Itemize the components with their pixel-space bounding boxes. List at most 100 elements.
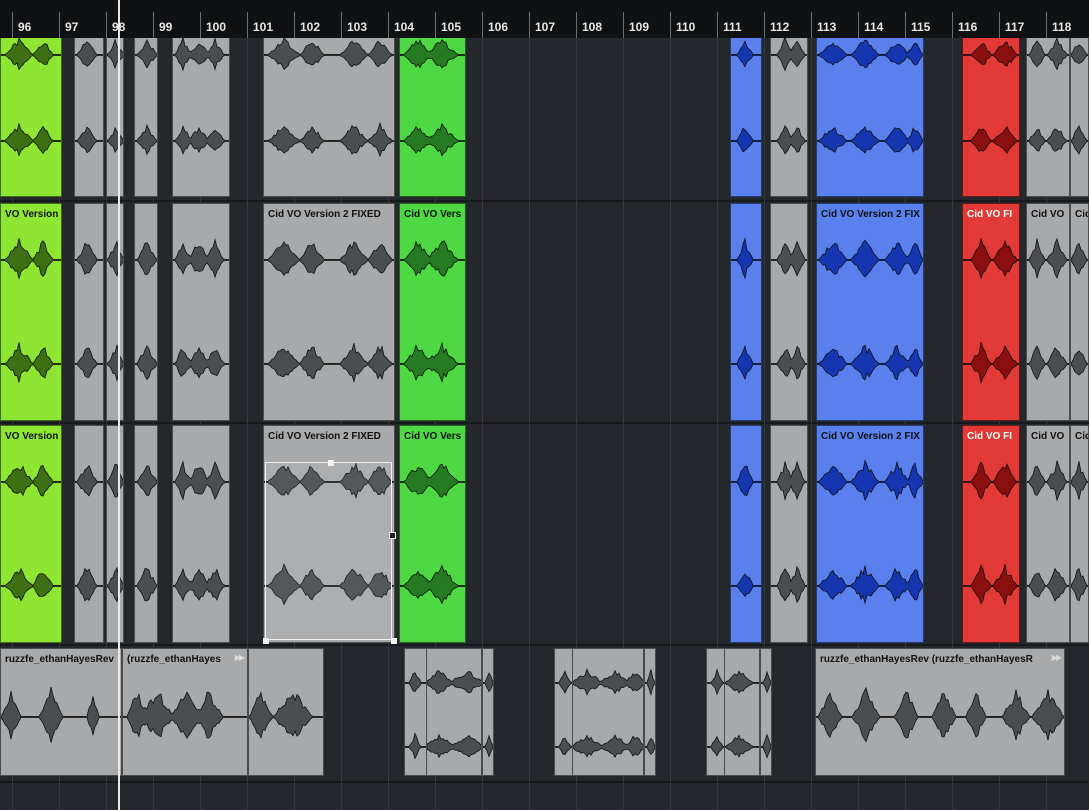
audio-event[interactable]	[730, 203, 762, 421]
audio-event[interactable]	[263, 38, 395, 197]
audio-event[interactable]	[554, 648, 574, 776]
bar-tick	[623, 12, 624, 38]
waveform-channel	[1027, 567, 1069, 602]
audio-event[interactable]	[106, 203, 124, 421]
waveform-channel	[135, 465, 157, 497]
audio-event[interactable]	[962, 38, 1020, 197]
fade-handle[interactable]	[263, 638, 269, 644]
waveform	[1071, 242, 1088, 376]
waveform	[817, 39, 923, 154]
audio-event[interactable]	[106, 425, 124, 643]
timeline-ruler[interactable]: 9697989910010110210310410510610710810911…	[0, 0, 1089, 39]
track-lane-1[interactable]	[0, 38, 1089, 201]
audio-event[interactable]	[248, 648, 324, 776]
audio-event[interactable]	[134, 38, 158, 197]
audio-event[interactable]	[760, 648, 772, 776]
audio-event[interactable]: Cid VO FI	[962, 425, 1020, 643]
event-name-label: Cid VO	[1031, 431, 1065, 442]
audio-event[interactable]	[74, 425, 104, 643]
audio-event[interactable]	[1070, 38, 1089, 197]
audio-event[interactable]: Cid VO	[1026, 425, 1070, 643]
audio-event[interactable]	[724, 648, 760, 776]
volume-envelope[interactable]	[265, 462, 392, 640]
audio-event[interactable]	[816, 38, 924, 197]
play-icon[interactable]: ▶▶	[1052, 653, 1062, 662]
waveform	[771, 38, 807, 155]
waveform	[1027, 460, 1069, 602]
bar-tick	[952, 12, 953, 38]
audio-event[interactable]	[426, 648, 482, 776]
bar-tick	[388, 12, 389, 38]
bar-number-107: 107	[535, 20, 556, 34]
waveform	[400, 39, 465, 157]
audio-event[interactable]	[106, 38, 124, 197]
arrange-area[interactable]: VO Version VO Version Cid VO Version 2 FIX…	[0, 38, 1089, 810]
audio-event[interactable]: Cid VO FI	[962, 203, 1020, 421]
bar-tick	[529, 12, 530, 38]
bar-tick	[294, 12, 295, 38]
audio-event[interactable]	[482, 648, 494, 776]
audio-event[interactable]	[1026, 38, 1070, 197]
waveform-channel	[1071, 567, 1088, 602]
audio-event[interactable]: ruzzfe_ethanHayesRev	[0, 648, 122, 776]
audio-event[interactable]: VO Version	[0, 425, 62, 643]
event-name-label: Cid VO FI	[967, 431, 1012, 442]
audio-event[interactable]: VO Version	[0, 203, 62, 421]
audio-event[interactable]	[770, 203, 808, 421]
track-lane-5[interactable]	[0, 782, 1089, 810]
audio-event[interactable]: Cid	[1070, 203, 1089, 421]
waveform	[731, 237, 761, 381]
fade-out-handle[interactable]	[389, 532, 396, 539]
audio-event[interactable]	[172, 425, 230, 643]
audio-event[interactable]	[404, 648, 428, 776]
bar-number-110: 110	[676, 20, 696, 34]
waveform-channel	[1071, 350, 1088, 376]
audio-event[interactable]	[706, 648, 726, 776]
track-separator	[0, 200, 1089, 202]
audio-event[interactable]: Cid VO Version 2 FIX	[816, 425, 924, 643]
waveform	[107, 240, 123, 382]
audio-event[interactable]: Cid	[1070, 425, 1089, 643]
audio-event[interactable]: Cid VO Version 2 FIX	[816, 203, 924, 421]
track-separator	[0, 644, 1089, 646]
audio-event[interactable]: Cid VO Vers	[399, 425, 466, 643]
audio-event[interactable]	[172, 38, 230, 197]
audio-event[interactable]	[770, 38, 808, 197]
audio-event[interactable]	[134, 425, 158, 643]
waveform-channel	[1, 38, 61, 71]
audio-event[interactable]	[770, 425, 808, 643]
track-lane-3[interactable]	[0, 423, 1089, 645]
bar-number-106: 106	[488, 20, 509, 34]
audio-event[interactable]	[399, 38, 466, 197]
waveform-channel	[75, 465, 103, 497]
audio-event[interactable]	[644, 648, 656, 776]
audio-event[interactable]	[730, 425, 762, 643]
audio-event[interactable]: ruzzfe_ethanHayesRev (ruzzfe_ethanHayesR…	[815, 648, 1065, 776]
waveform	[725, 670, 759, 758]
waveform-channel	[400, 240, 465, 277]
track-lane-2[interactable]	[0, 201, 1089, 423]
waveform-channel	[1071, 242, 1088, 275]
volume-handle[interactable]	[328, 460, 334, 466]
audio-event[interactable]	[572, 648, 644, 776]
play-icon[interactable]: ▶▶	[235, 653, 245, 662]
event-name-label: ruzzfe_ethanHayesRev (ruzzfe_ethanHayesR	[820, 654, 1033, 665]
audio-event[interactable]: Cid VO	[1026, 203, 1070, 421]
fade-handle[interactable]	[391, 638, 397, 644]
audio-event[interactable]: (ruzzfe_ethanHayes ▶▶	[122, 648, 248, 776]
bar-number-117: 117	[1005, 20, 1025, 34]
audio-event[interactable]	[134, 203, 158, 421]
audio-event[interactable]	[0, 38, 62, 197]
audio-event[interactable]: Cid VO Vers	[399, 203, 466, 421]
waveform	[963, 237, 1019, 384]
audio-event[interactable]	[730, 38, 762, 197]
project-cursor[interactable]	[118, 0, 120, 810]
bar-number-115: 115	[911, 20, 931, 34]
waveform-channel	[400, 341, 465, 383]
audio-event[interactable]	[172, 203, 230, 421]
audio-event[interactable]	[74, 203, 104, 421]
audio-event[interactable]: Cid VO Version 2 FIXED	[263, 203, 395, 421]
audio-event[interactable]	[74, 38, 104, 197]
waveform	[400, 240, 465, 383]
waveform-channel	[135, 568, 157, 602]
